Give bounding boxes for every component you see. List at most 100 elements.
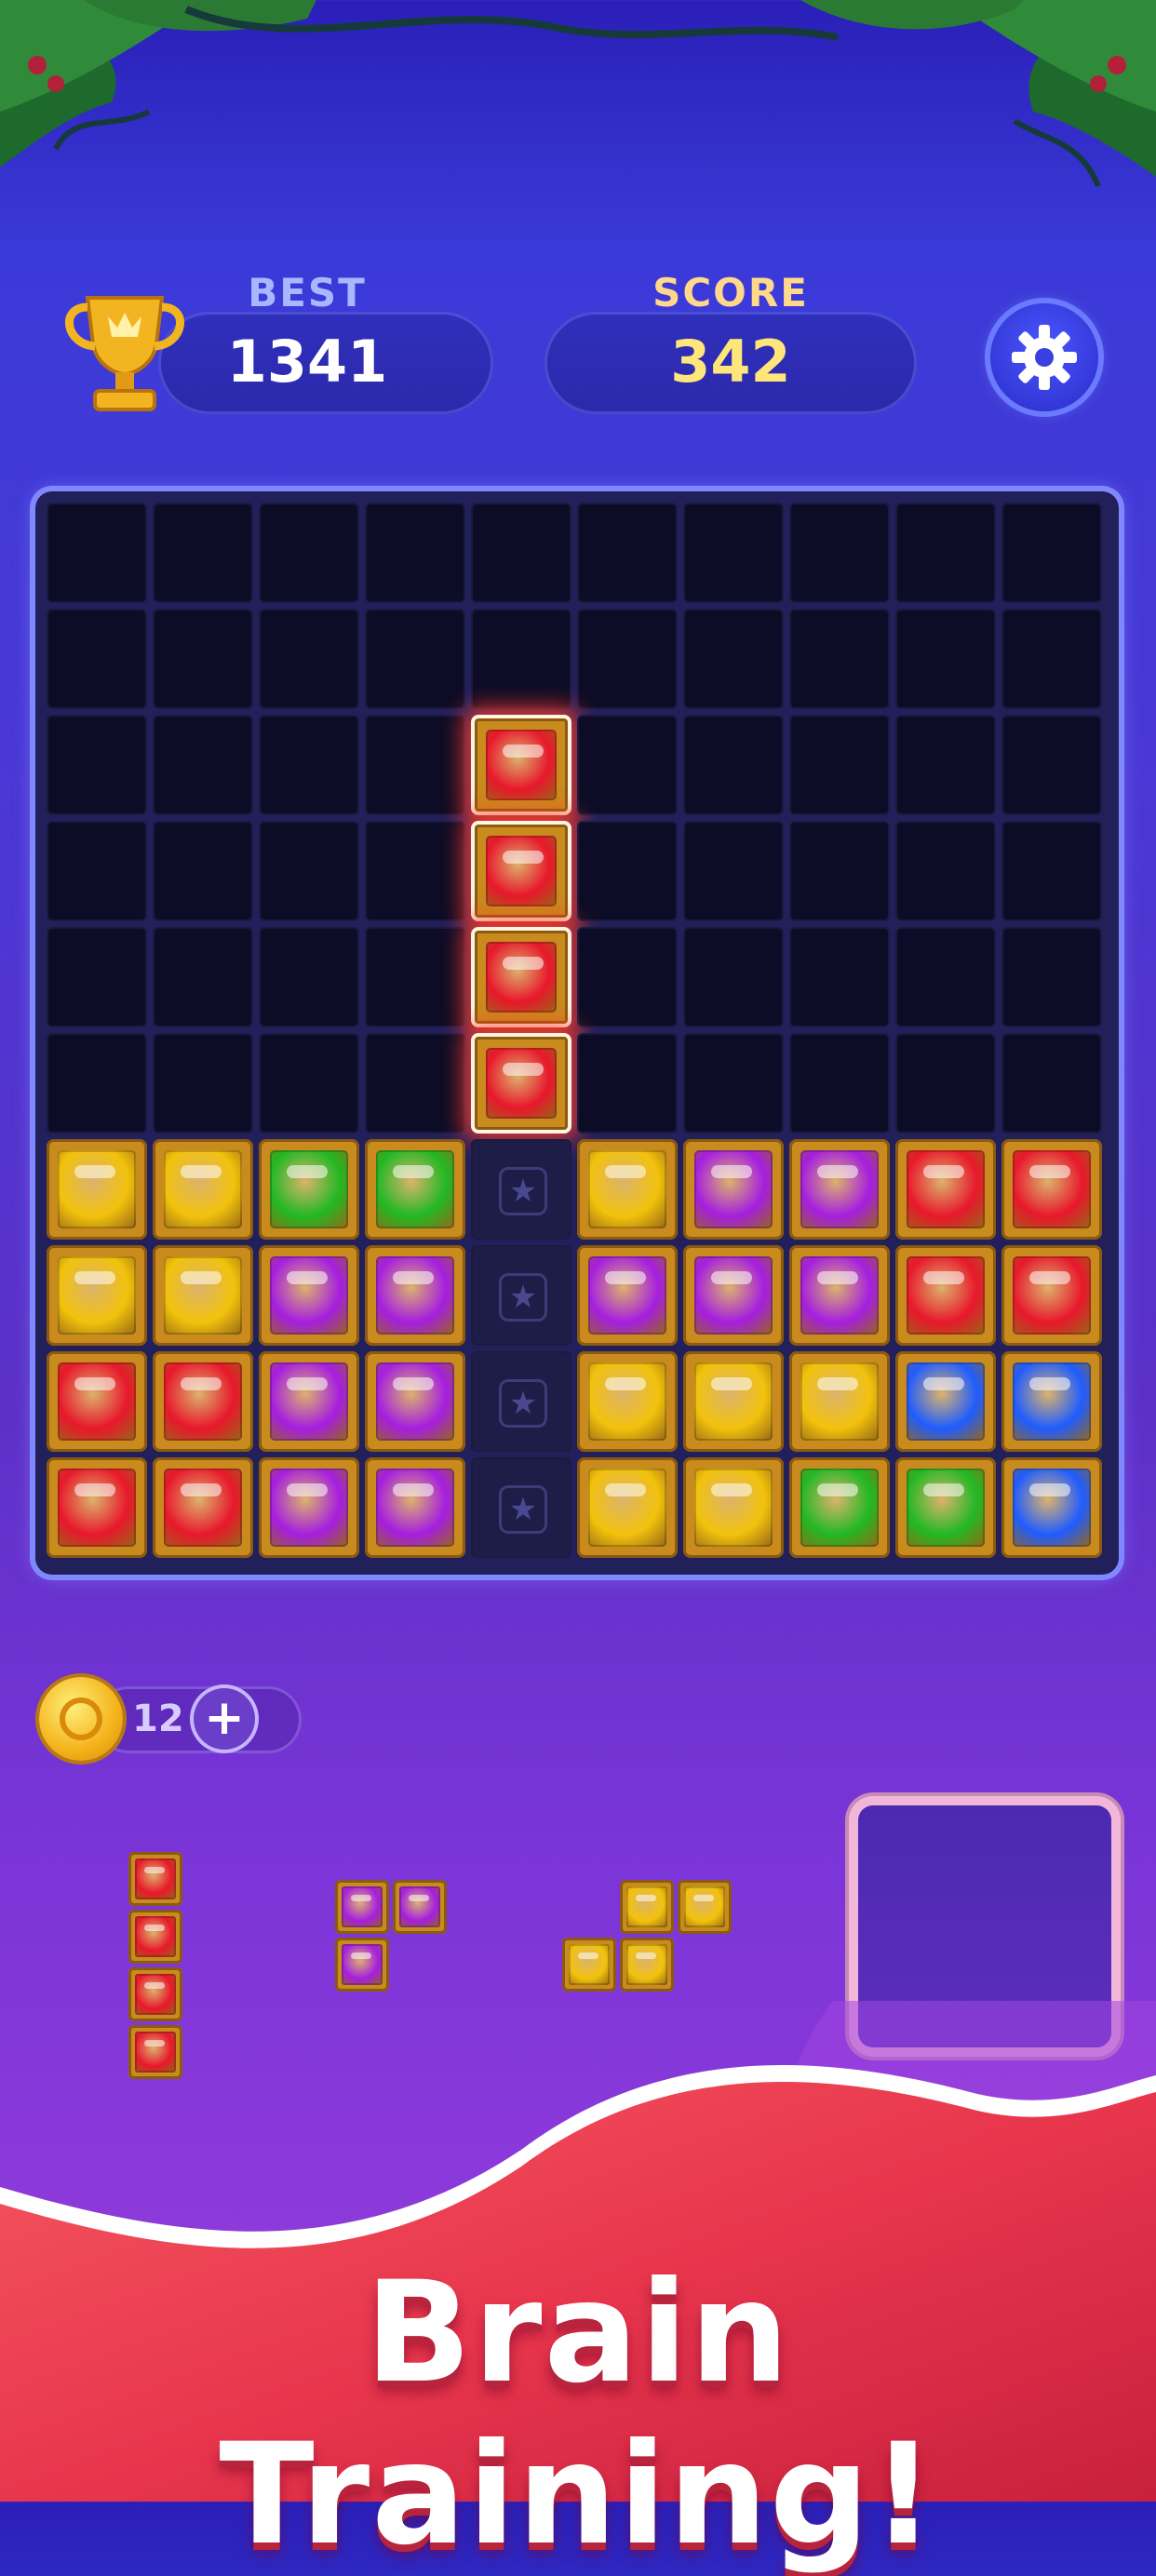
placed-block-green [895,1457,996,1558]
falling-piece-block [471,821,571,921]
empty-cell[interactable] [47,821,147,921]
piece-block [562,1938,616,1992]
empty-cell[interactable] [365,715,465,815]
empty-cell[interactable] [47,715,147,815]
piece-block [128,1910,182,1964]
empty-cell[interactable] [153,715,253,815]
empty-cell[interactable] [365,503,465,603]
empty-cell[interactable] [47,503,147,603]
placed-block-purple [365,1457,465,1558]
empty-cell[interactable] [153,927,253,1027]
falling-piece-block [471,1033,571,1134]
empty-cell[interactable] [789,609,890,709]
coin-icon [39,1677,123,1761]
star-cell[interactable]: ★ [471,1245,571,1346]
placed-block-yellow [153,1245,253,1346]
empty-cell[interactable] [895,609,996,709]
empty-cell[interactable] [471,503,571,603]
empty-cell[interactable] [1001,821,1102,921]
placed-block-yellow [577,1457,678,1558]
trophy-icon [64,296,185,411]
placed-block-blue [1001,1457,1102,1558]
empty-cell[interactable] [789,715,890,815]
empty-cell[interactable] [683,609,784,709]
game-board[interactable]: ★ ★ ★ ★ [35,491,1119,1575]
empty-cell[interactable] [153,609,253,709]
piece-block [620,1880,674,1934]
add-coins-button[interactable]: + [194,1688,255,1750]
placed-block-yellow [47,1245,147,1346]
empty-cell[interactable] [895,927,996,1027]
placed-block-purple [365,1245,465,1346]
jungle-leaves-decoration [0,0,1156,188]
empty-cell[interactable] [259,927,359,1027]
empty-cell[interactable] [365,609,465,709]
placed-block-purple [789,1139,890,1240]
falling-piece-block [471,927,571,1027]
settings-button[interactable] [990,303,1098,411]
empty-cell[interactable] [577,927,678,1027]
empty-cell[interactable] [1001,715,1102,815]
placed-block-purple [577,1245,678,1346]
empty-cell[interactable] [471,609,571,709]
empty-cell[interactable] [153,821,253,921]
placed-block-yellow [47,1139,147,1240]
piece-block [128,1852,182,1906]
empty-cell[interactable] [683,715,784,815]
empty-cell[interactable] [1001,1033,1102,1134]
best-label: BEST [248,270,367,315]
placed-block-yellow [683,1351,784,1452]
empty-cell[interactable] [577,715,678,815]
empty-cell[interactable] [259,715,359,815]
piece-block [335,1938,389,1992]
piece-block [620,1938,674,1992]
empty-cell[interactable] [789,927,890,1027]
placed-block-purple [259,1351,359,1452]
empty-cell[interactable] [683,821,784,921]
empty-cell[interactable] [259,609,359,709]
best-value: 1341 [226,328,388,396]
empty-cell[interactable] [683,927,784,1027]
placed-block-red [153,1351,253,1452]
empty-cell[interactable] [577,609,678,709]
empty-cell[interactable] [365,927,465,1027]
banner-title: Brain Training! [219,2252,937,2576]
placed-block-red [47,1457,147,1558]
empty-cell[interactable] [895,715,996,815]
empty-cell[interactable] [259,821,359,921]
placed-block-red [47,1351,147,1452]
empty-cell[interactable] [1001,609,1102,709]
empty-cell[interactable] [365,1033,465,1134]
empty-cell[interactable] [577,503,678,603]
star-icon: ★ [499,1167,547,1215]
empty-cell[interactable] [789,821,890,921]
falling-piece-block [471,715,571,815]
empty-cell[interactable] [895,503,996,603]
placed-block-purple [683,1245,784,1346]
star-cell[interactable]: ★ [471,1351,571,1452]
empty-cell[interactable] [683,1033,784,1134]
empty-cell[interactable] [47,927,147,1027]
empty-cell[interactable] [577,1033,678,1134]
piece-block [335,1880,389,1934]
star-cell[interactable]: ★ [471,1457,571,1558]
empty-cell[interactable] [1001,503,1102,603]
empty-cell[interactable] [259,503,359,603]
empty-cell[interactable] [153,1033,253,1134]
placed-block-purple [259,1457,359,1558]
star-icon: ★ [499,1273,547,1322]
board-grid[interactable]: ★ ★ ★ ★ [47,503,1108,1563]
empty-cell[interactable] [365,821,465,921]
star-cell[interactable]: ★ [471,1139,571,1240]
empty-cell[interactable] [895,821,996,921]
empty-cell[interactable] [259,1033,359,1134]
empty-cell[interactable] [153,503,253,603]
empty-cell[interactable] [789,1033,890,1134]
empty-cell[interactable] [1001,927,1102,1027]
empty-cell[interactable] [895,1033,996,1134]
empty-cell[interactable] [577,821,678,921]
empty-cell[interactable] [47,1033,147,1134]
empty-cell[interactable] [683,503,784,603]
empty-cell[interactable] [789,503,890,603]
empty-cell[interactable] [47,609,147,709]
